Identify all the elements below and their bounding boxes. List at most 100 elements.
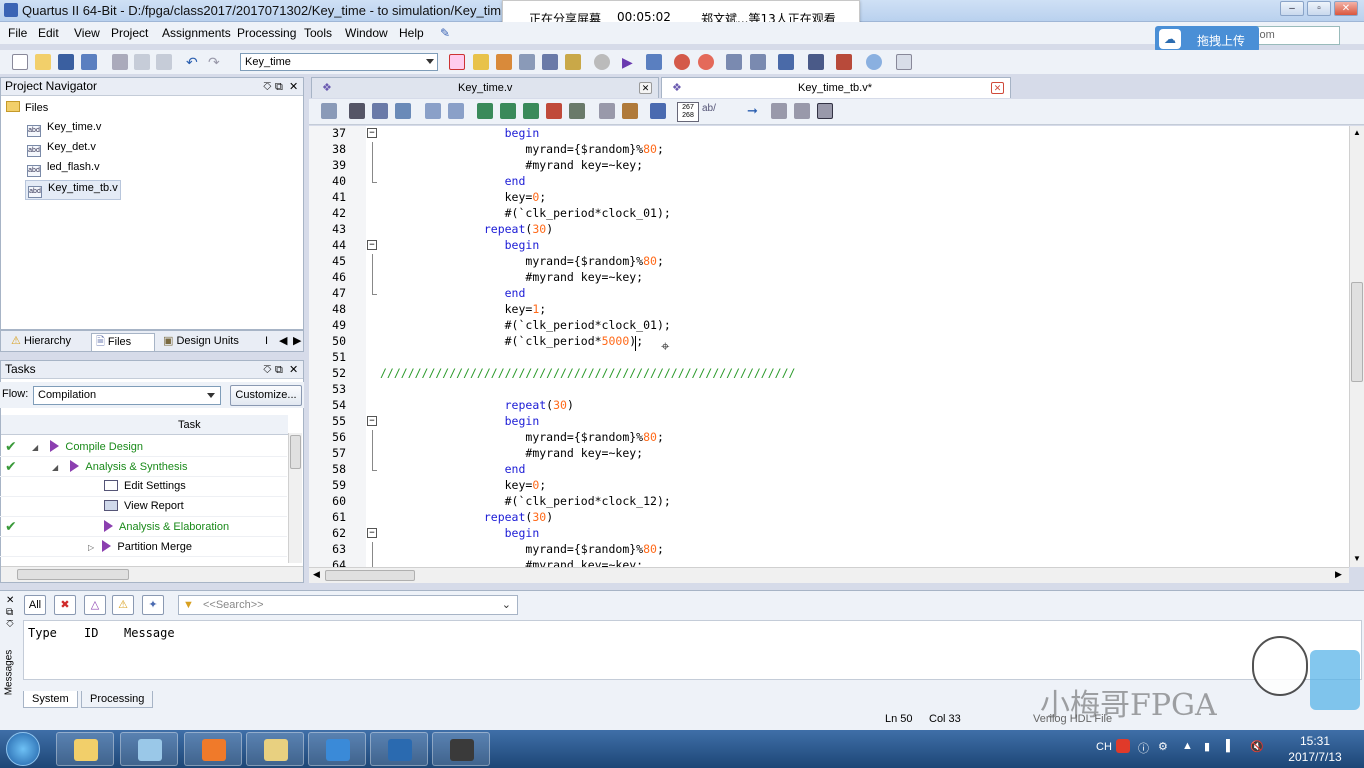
- files-folder[interactable]: Files: [6, 101, 48, 114]
- top-entity-select[interactable]: Key_time: [240, 53, 438, 71]
- menu-help[interactable]: Help: [399, 26, 424, 40]
- analysis-synthesis-icon[interactable]: [646, 54, 662, 70]
- device-icon[interactable]: [542, 54, 558, 70]
- signaltap-icon[interactable]: [808, 54, 824, 70]
- tab-design-units[interactable]: ▣ Design Units: [159, 333, 259, 351]
- float-icon[interactable]: ⧉: [6, 607, 13, 618]
- customize-button[interactable]: Customize...: [230, 385, 302, 406]
- menu-edit[interactable]: Edit: [38, 26, 59, 40]
- minimize-button[interactable]: –: [1280, 1, 1304, 16]
- rtl-viewer-icon[interactable]: [726, 54, 742, 70]
- fold-toggle-icon[interactable]: −: [367, 240, 377, 250]
- tab-overflow[interactable]: I: [261, 333, 273, 351]
- error-filter-icon[interactable]: ✖: [54, 595, 76, 615]
- warning-filter-icon[interactable]: ⚠: [112, 595, 134, 615]
- help-icon[interactable]: [866, 54, 882, 70]
- language-indicator[interactable]: CH: [1096, 741, 1112, 753]
- paste-icon[interactable]: [156, 54, 172, 70]
- close-tab-icon[interactable]: ✕: [639, 82, 652, 94]
- float-icon[interactable]: ⧉: [275, 79, 283, 96]
- scroll-left-icon[interactable]: ◀: [313, 569, 320, 580]
- new-file-icon[interactable]: [12, 54, 28, 70]
- block-icon[interactable]: [622, 103, 638, 119]
- find-icon[interactable]: [349, 103, 365, 119]
- flow-select[interactable]: Compilation: [33, 386, 221, 405]
- save-all-icon[interactable]: [81, 54, 97, 70]
- expand-arrow-icon[interactable]: ▷: [88, 543, 96, 552]
- goto-line-icon[interactable]: [395, 103, 411, 119]
- message-search-input[interactable]: ▼ <<Search>> ⌄: [178, 595, 518, 615]
- tab-files[interactable]: 🗎 Files: [91, 333, 155, 351]
- pin-icon[interactable]: ⎏: [263, 79, 272, 96]
- tabs-scroll-right-icon[interactable]: ▶: [289, 333, 303, 351]
- copy-icon[interactable]: [134, 54, 150, 70]
- line-number-toggle[interactable]: 267 268: [677, 102, 699, 122]
- insert-template-icon[interactable]: [321, 103, 337, 119]
- arrow-right-icon[interactable]: ➞: [747, 103, 763, 119]
- editor-hscrollbar[interactable]: ◀ ▶: [309, 567, 1349, 583]
- scroll-thumb[interactable]: [17, 569, 129, 580]
- close-panel-icon[interactable]: ✕: [289, 362, 298, 379]
- pencil-icon[interactable]: [496, 54, 512, 70]
- taskbar-quartus[interactable]: [370, 732, 428, 766]
- task-row[interactable]: Edit Settings: [0, 477, 287, 497]
- pin-icon[interactable]: ⎏: [6, 619, 14, 630]
- task-row[interactable]: ✔ ◢ Compile Design: [0, 437, 287, 457]
- comment-icon[interactable]: [896, 54, 912, 70]
- menu-view[interactable]: View: [74, 26, 100, 40]
- replace-icon[interactable]: [372, 103, 388, 119]
- tab-key-time-tb-v[interactable]: ❖ Key_time_tb.v* ✕: [661, 77, 1011, 98]
- drag-upload-badge[interactable]: ☁ 拖拽上传: [1155, 26, 1259, 52]
- tab-hierarchy[interactable]: ⚠ Hierarchy: [7, 333, 89, 351]
- menu-window[interactable]: Window: [345, 26, 388, 40]
- check-syntax-icon[interactable]: [650, 103, 666, 119]
- toggle-view-icon[interactable]: [817, 103, 833, 119]
- start-button[interactable]: [6, 732, 40, 766]
- taskbar-paint[interactable]: [120, 732, 178, 766]
- code-editor[interactable]: 37− begin 38 myrand={$random}%80; 39 #myra…: [309, 126, 1364, 567]
- spell-icon[interactable]: ab/: [702, 103, 718, 119]
- expand-icon[interactable]: [794, 103, 810, 119]
- file-item-led-flash[interactable]: abd led_flash.v: [27, 161, 100, 177]
- filter-all-button[interactable]: All: [24, 595, 46, 615]
- task-row[interactable]: ✔ Analysis & Elaboration: [0, 517, 287, 537]
- taskbar-cloud[interactable]: [308, 732, 366, 766]
- expand-arrow-icon[interactable]: ◢: [32, 443, 40, 452]
- redo-icon[interactable]: ↷: [208, 54, 224, 70]
- scroll-thumb[interactable]: [1351, 282, 1363, 382]
- file-item-key-time[interactable]: abd Key_time.v: [27, 121, 101, 137]
- tabs-scroll-left-icon[interactable]: ◀: [275, 333, 289, 351]
- start-compilation-icon[interactable]: ▶: [622, 54, 638, 70]
- scroll-right-icon[interactable]: ▶: [1335, 569, 1342, 580]
- restore-button[interactable]: ▫: [1307, 1, 1331, 16]
- ime-icon[interactable]: [1116, 739, 1130, 753]
- device-tray-icon[interactable]: ▮: [1204, 740, 1210, 753]
- menu-tools[interactable]: Tools: [304, 26, 332, 40]
- prev-bookmark-icon[interactable]: [523, 103, 539, 119]
- expand-arrow-icon[interactable]: ◢: [52, 463, 60, 472]
- scroll-down-icon[interactable]: ▼: [1353, 554, 1361, 563]
- netlist-icon[interactable]: [750, 54, 766, 70]
- collapse-icon[interactable]: [771, 103, 787, 119]
- close-tab-icon[interactable]: ✕: [991, 82, 1004, 94]
- network-icon[interactable]: ▌: [1226, 740, 1234, 752]
- taskbar-clock[interactable]: 15:31 2017/7/13: [1280, 733, 1350, 765]
- chip-planner-icon[interactable]: [449, 54, 465, 70]
- pin-planner-icon[interactable]: [565, 54, 581, 70]
- fold-toggle-icon[interactable]: −: [367, 416, 377, 426]
- close-panel-icon[interactable]: ✕: [6, 595, 14, 606]
- close-panel-icon[interactable]: ✕: [289, 79, 298, 96]
- task-row[interactable]: ✔ ◢ Analysis & Synthesis: [0, 457, 287, 477]
- close-window-button[interactable]: ✕: [1334, 1, 1358, 16]
- scroll-up-icon[interactable]: ▲: [1353, 128, 1361, 137]
- taskbar-recorder[interactable]: [432, 732, 490, 766]
- help-tray-icon[interactable]: ⓘ: [1138, 740, 1149, 756]
- scroll-thumb[interactable]: [290, 435, 301, 469]
- menu-assignments[interactable]: Assignments: [162, 26, 231, 40]
- taskbar-explorer[interactable]: [56, 732, 114, 766]
- settings-tray-icon[interactable]: ⚙: [1158, 740, 1168, 753]
- menu-project[interactable]: Project: [111, 26, 148, 40]
- scroll-thumb[interactable]: [325, 570, 415, 581]
- file-item-key-det[interactable]: abd Key_det.v: [27, 141, 96, 157]
- menu-processing[interactable]: Processing: [237, 26, 296, 40]
